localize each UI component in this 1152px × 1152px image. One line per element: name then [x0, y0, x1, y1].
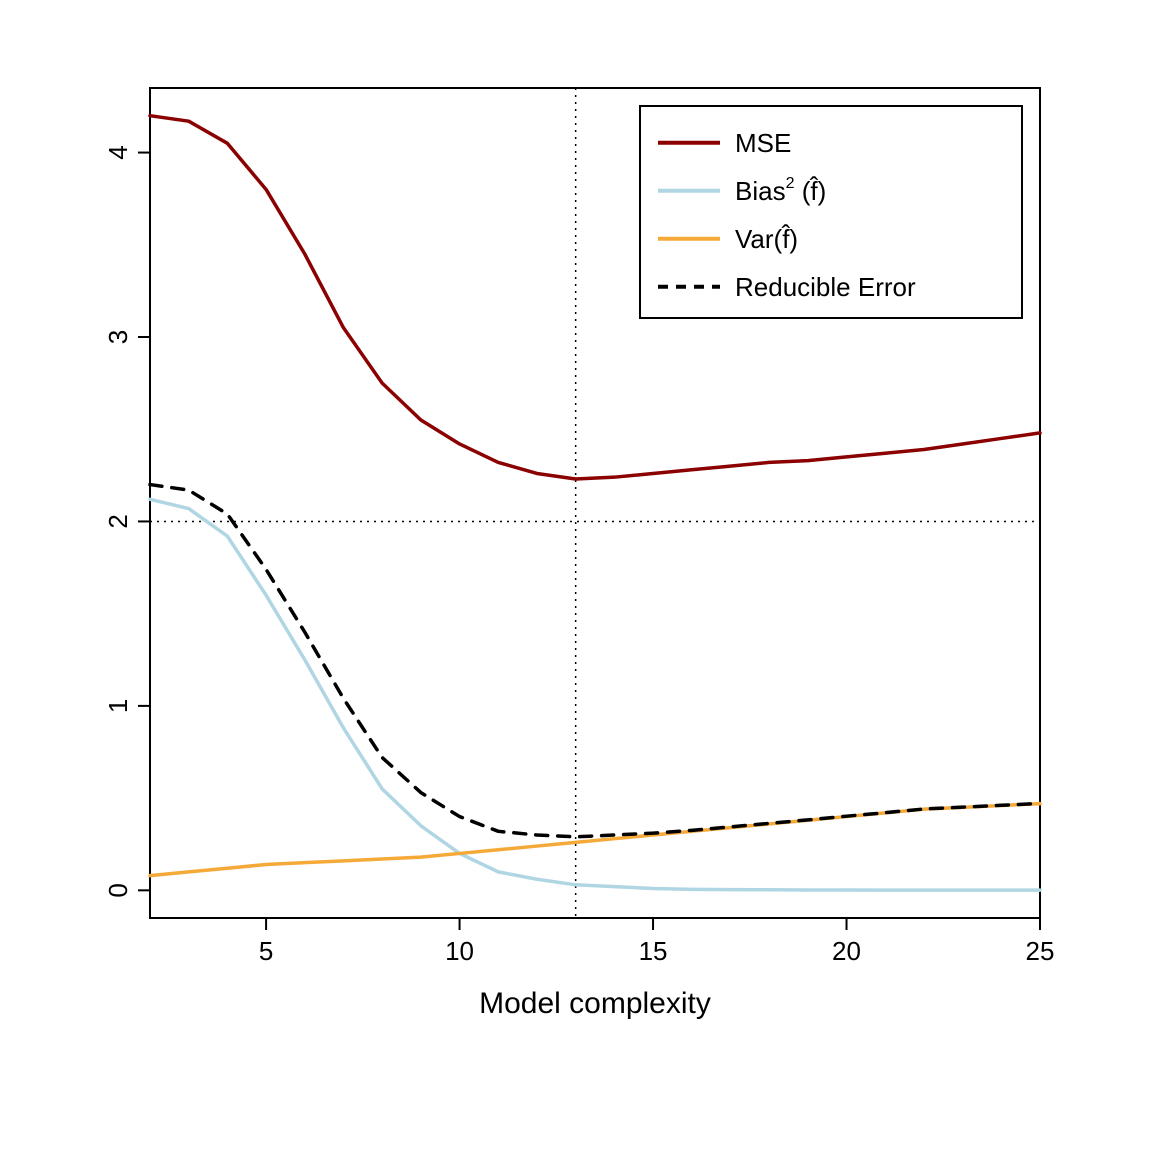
y-tick-label: 3 [103, 330, 133, 344]
legend-label: MSE [735, 128, 791, 158]
legend-label: Var(f̂) [735, 224, 798, 254]
x-tick-label: 15 [639, 936, 668, 966]
x-axis-title: Model complexity [479, 987, 711, 1020]
series-var [150, 804, 1040, 876]
series-bias2 [150, 499, 1040, 890]
legend-label: Bias2 (f̂) [735, 175, 826, 206]
chart-svg: 5 10 15 20 25 0 1 2 3 4 Model complexity MSE Bias2 (… [0, 0, 1152, 1152]
y-tick-label: 2 [103, 514, 133, 528]
y-tick-label: 4 [103, 145, 133, 159]
y-tick-label: 0 [103, 883, 133, 897]
x-tick-label: 10 [445, 936, 474, 966]
series-reducible [150, 485, 1040, 837]
x-tick-label: 5 [259, 936, 273, 966]
legend-label: Reducible Error [735, 272, 916, 302]
x-tick-label: 20 [832, 936, 861, 966]
x-tick-label: 25 [1026, 936, 1055, 966]
chart-container: 5 10 15 20 25 0 1 2 3 4 Model complexity MSE Bias2 (… [0, 0, 1152, 1152]
y-tick-label: 1 [103, 699, 133, 713]
